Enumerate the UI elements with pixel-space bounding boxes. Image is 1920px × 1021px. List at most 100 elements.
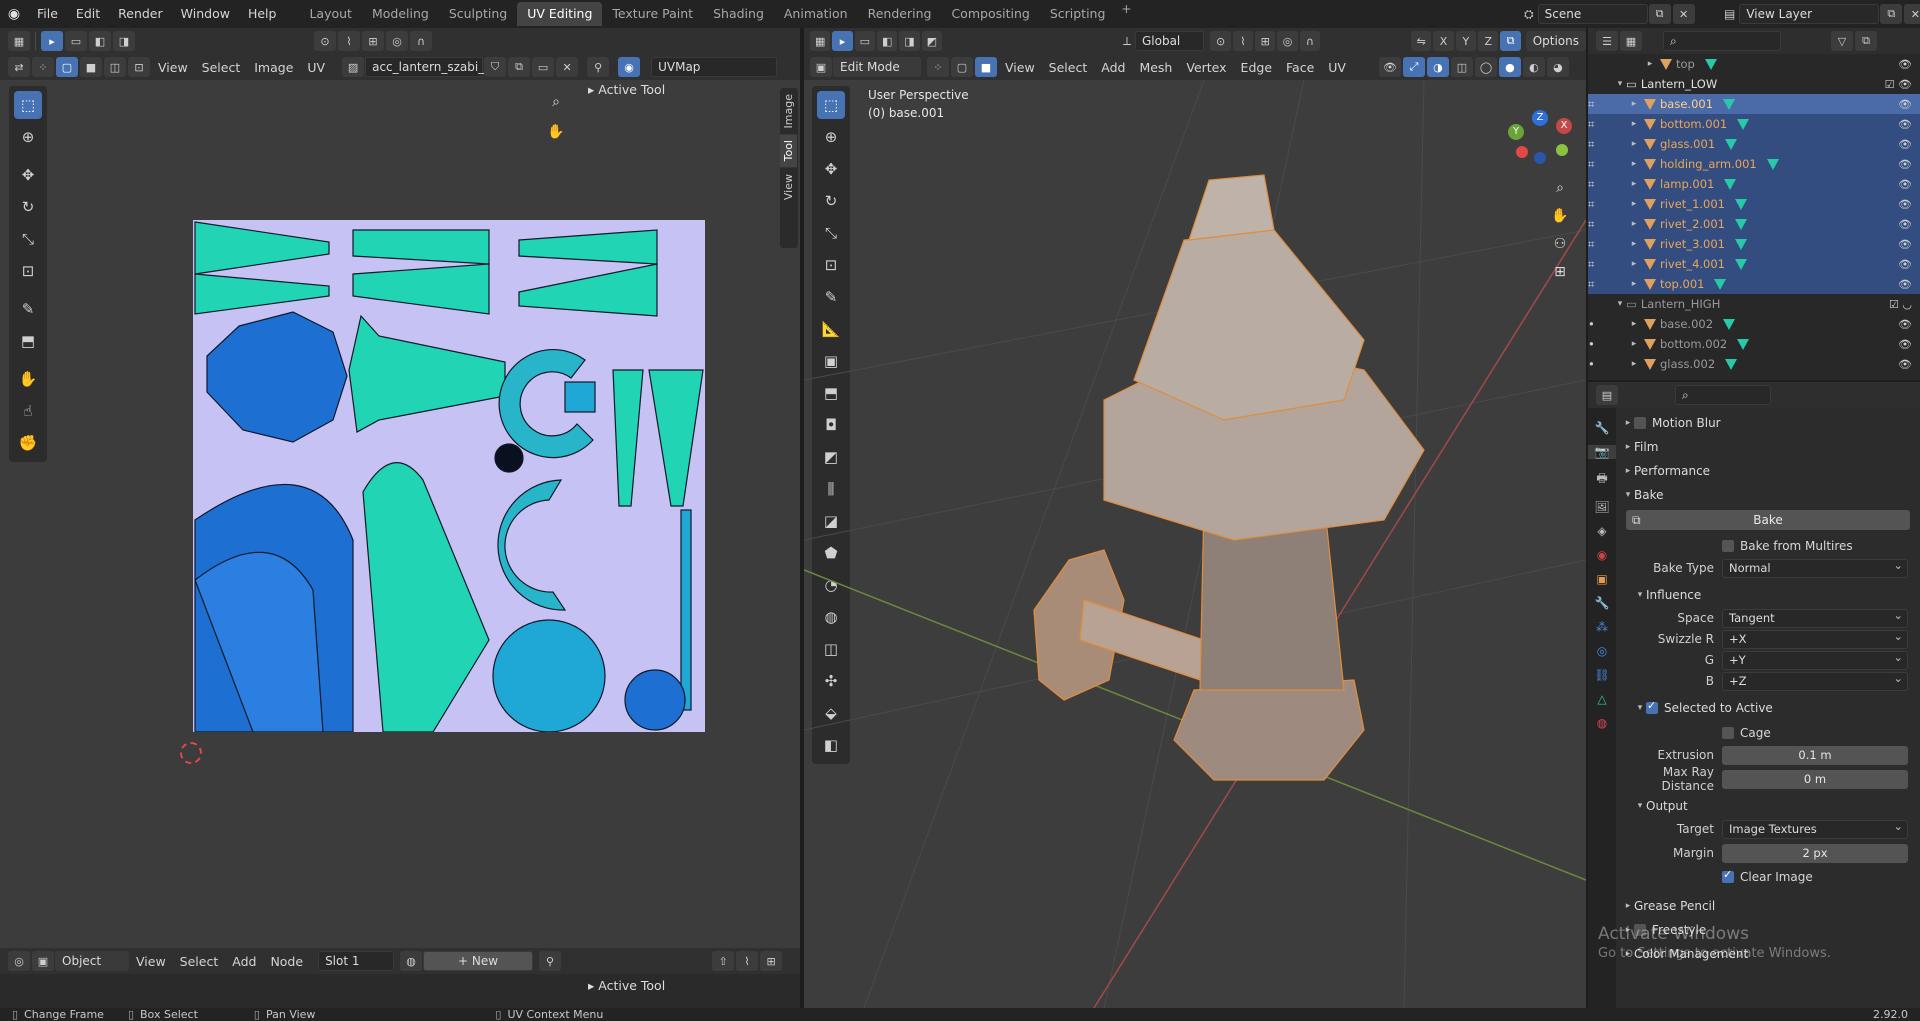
- menu-window[interactable]: Window: [172, 0, 239, 28]
- new-image-icon[interactable]: ⧉: [508, 57, 531, 77]
- object-tab-icon[interactable]: ▣: [1596, 572, 1607, 586]
- shader-type-icon[interactable]: ▣: [32, 951, 54, 971]
- new-scene-icon[interactable]: ⧉: [1648, 4, 1671, 24]
- shader-object-dropdown[interactable]: Object: [55, 951, 129, 971]
- uv-menu-uv[interactable]: UV: [300, 60, 332, 75]
- outliner-row-glass002[interactable]: • ▸ glass.002 👁: [1588, 354, 1920, 374]
- falloff-icon[interactable]: ∩: [410, 31, 432, 51]
- render-tab-icon[interactable]: 📷: [1588, 445, 1616, 459]
- viewport-menu-face[interactable]: Face: [1279, 60, 1321, 75]
- tab-texture-paint[interactable]: Texture Paint: [602, 2, 703, 26]
- extrusion-field[interactable]: 0.1 m: [1722, 745, 1908, 765]
- bake-type-dropdown[interactable]: Normal: [1722, 557, 1908, 578]
- viewport-snap-target-icon[interactable]: ⊞: [1255, 31, 1276, 51]
- auto-merge-icon[interactable]: ⧉: [1500, 31, 1521, 51]
- new-material-button[interactable]: + New: [423, 951, 534, 971]
- outliner-row-lantern-high[interactable]: ▾ ▭ Lantern_HIGH ☑ ◡: [1588, 294, 1920, 314]
- constraints-tab-icon[interactable]: ⛓: [1594, 668, 1609, 682]
- uv-map-field[interactable]: UVMap: [651, 57, 778, 77]
- vp-zoom-icon[interactable]: ⌕: [1548, 174, 1572, 202]
- node-menu-add[interactable]: Add: [225, 954, 263, 969]
- cursor-tool-icon[interactable]: ⊕: [14, 123, 42, 151]
- tab-scripting[interactable]: Scripting: [1040, 2, 1116, 26]
- tab-rendering[interactable]: Rendering: [858, 2, 942, 26]
- side-tab-view[interactable]: View: [780, 168, 797, 206]
- gizmo-neg-y-icon[interactable]: [1556, 144, 1568, 156]
- box-mode-2-icon[interactable]: ◧: [89, 31, 111, 51]
- tab-animation[interactable]: Animation: [774, 2, 858, 26]
- side-tab-image[interactable]: Image: [780, 88, 797, 134]
- scene-tab-icon[interactable]: ◈: [1597, 524, 1606, 538]
- axis-y-button[interactable]: Y: [1455, 31, 1477, 51]
- outliner-search-input[interactable]: ⌕: [1663, 31, 1781, 51]
- panel-output[interactable]: ▾ Output: [1622, 795, 1914, 817]
- viewport-proportional-icon[interactable]: ◎: [1277, 31, 1298, 51]
- menu-edit[interactable]: Edit: [67, 0, 109, 28]
- outliner-row-lamp001[interactable]: ⌗ ▸ lamp.001 👁: [1588, 174, 1920, 194]
- viewport-select-mode-icon[interactable]: ▸: [832, 31, 853, 51]
- panel-selected-to-active[interactable]: ▾Selected to Active: [1622, 697, 1914, 719]
- tab-layout[interactable]: Layout: [299, 2, 362, 26]
- relax-tool-icon[interactable]: ☝: [14, 397, 42, 425]
- space-dropdown[interactable]: Tangent: [1722, 607, 1908, 628]
- visibility-eye-icon[interactable]: 👁: [1898, 358, 1912, 371]
- tool-tab-icon[interactable]: 🔧: [1595, 421, 1610, 435]
- image-name-field[interactable]: acc_lantern_szabi_N...: [365, 57, 505, 77]
- target-dropdown[interactable]: Image Textures: [1722, 818, 1908, 839]
- node-snap-icon[interactable]: ⌇: [736, 951, 759, 971]
- max-ray-field[interactable]: 0 m: [1722, 769, 1908, 789]
- edit-mode-icon[interactable]: ▣: [810, 57, 832, 77]
- viewport-scene[interactable]: [804, 80, 1586, 1008]
- island-select-icon[interactable]: ◫: [104, 57, 126, 77]
- editor-type-icon[interactable]: ▦: [8, 31, 30, 51]
- bake-from-multires-checkbox[interactable]: [1722, 540, 1734, 552]
- snap-icon[interactable]: ⌇: [338, 31, 360, 51]
- rip-tool-icon[interactable]: ⬒: [14, 327, 42, 355]
- viewport-pivot-icon[interactable]: ⊙: [1210, 31, 1231, 51]
- clear-image-row[interactable]: Clear Image: [1622, 867, 1914, 887]
- particles-tab-icon[interactable]: ⁂: [1596, 620, 1608, 634]
- mode-dropdown[interactable]: Edit Mode: [833, 57, 921, 77]
- bake-button[interactable]: ⧉ Bake: [1626, 510, 1910, 530]
- material-browse-icon[interactable]: ◍: [400, 951, 423, 971]
- viewport-menu-select[interactable]: Select: [1042, 60, 1095, 75]
- modifier-tab-icon[interactable]: 🔧: [1595, 596, 1610, 610]
- proportional-edit-icon[interactable]: ◎: [386, 31, 408, 51]
- viewport-menu-edge[interactable]: Edge: [1234, 60, 1279, 75]
- visibility-eye-icon[interactable]: 👁: [1898, 118, 1912, 131]
- material-shading-icon[interactable]: ◐: [1522, 57, 1545, 77]
- pinch-tool-icon[interactable]: ✊: [14, 429, 42, 457]
- grab-tool-icon[interactable]: ✋: [14, 365, 42, 393]
- viewport-menu-view[interactable]: View: [998, 60, 1042, 75]
- slot-dropdown[interactable]: Slot 1: [318, 951, 395, 971]
- outliner-row-rivet2[interactable]: ⌗ ▸ rivet_2.001 👁: [1588, 214, 1920, 234]
- view-layer-field[interactable]: View Layer: [1739, 4, 1880, 24]
- output-tab-icon[interactable]: 🖶: [1596, 469, 1607, 490]
- data-tab-icon[interactable]: △: [1597, 692, 1606, 706]
- visibility-eye-icon[interactable]: 👁: [1898, 158, 1912, 171]
- swizzle-g-dropdown[interactable]: +Y: [1722, 649, 1908, 670]
- edge-mode-icon[interactable]: ▢: [951, 57, 973, 77]
- swizzle-b-dropdown[interactable]: +Z: [1722, 670, 1908, 691]
- uv-map-browse-icon[interactable]: ◉: [618, 57, 641, 77]
- vp-ortho-grid-icon[interactable]: ⊞: [1548, 258, 1572, 286]
- select-mode-icon[interactable]: ▸: [41, 31, 63, 51]
- outliner-row-rivet3[interactable]: ⌗ ▸ rivet_3.001 👁: [1588, 234, 1920, 254]
- outliner-row-bottom002[interactable]: • ▸ bottom.002 👁: [1588, 334, 1920, 354]
- filter-icon[interactable]: ▽: [1831, 31, 1853, 51]
- transform-tool-icon[interactable]: ⊡: [14, 257, 42, 285]
- outliner-row-rivet1[interactable]: ⌗ ▸ rivet_1.001 👁: [1588, 194, 1920, 214]
- menu-help[interactable]: Help: [239, 0, 286, 28]
- image-browse-icon[interactable]: ▨: [342, 57, 365, 77]
- edge-select-icon[interactable]: ▢: [56, 57, 78, 77]
- properties-search-input[interactable]: ⌕: [1675, 385, 1771, 405]
- unlink-image-icon[interactable]: ✕: [556, 57, 579, 77]
- pin-icon[interactable]: ⚲: [587, 57, 610, 77]
- pivot-icon[interactable]: ⊙: [314, 31, 336, 51]
- tab-modeling[interactable]: Modeling: [362, 2, 439, 26]
- visibility-eye-icon[interactable]: 👁: [1898, 258, 1912, 271]
- annotate-tool-icon[interactable]: ✎: [14, 295, 42, 323]
- node-menu-select[interactable]: Select: [173, 954, 226, 969]
- viewport-box-3-icon[interactable]: ◨: [899, 31, 920, 51]
- box-mode-3-icon[interactable]: ◨: [113, 31, 135, 51]
